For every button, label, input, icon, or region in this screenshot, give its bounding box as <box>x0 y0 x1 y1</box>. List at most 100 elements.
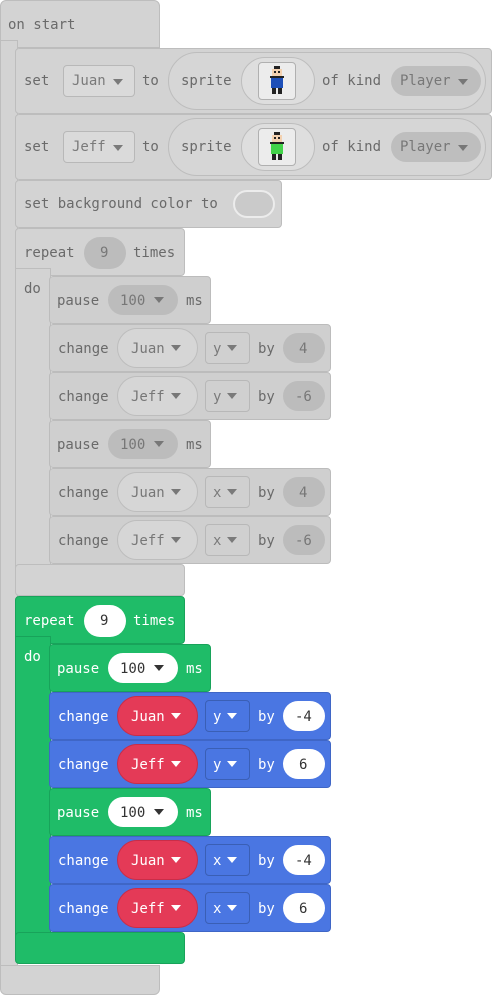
do-label: do <box>24 649 41 665</box>
change-label: change <box>58 485 109 501</box>
change-label: change <box>58 389 109 405</box>
repeat-footer <box>15 932 185 964</box>
chevron-down-icon <box>171 489 181 495</box>
chevron-down-icon <box>171 761 181 767</box>
chevron-down-icon <box>154 297 164 303</box>
chevron-down-icon <box>227 905 237 911</box>
change-label: change <box>58 757 109 773</box>
variable-name: Jeff <box>131 389 165 405</box>
chevron-down-icon <box>227 761 237 767</box>
change-label: change <box>58 901 109 917</box>
of-kind-label: of kind <box>322 139 382 155</box>
by-label: by <box>258 341 275 357</box>
chevron-down-icon <box>154 809 164 815</box>
chevron-down-icon <box>227 713 237 719</box>
chevron-down-icon <box>171 345 181 351</box>
chevron-down-icon <box>171 713 181 719</box>
chevron-down-icon <box>227 345 237 351</box>
by-label: by <box>258 901 275 917</box>
pause-duration-value: 100 <box>120 661 146 677</box>
axis-value: y <box>213 389 222 405</box>
variable-name: Juan <box>72 73 106 89</box>
repeat-count-value: 9 <box>100 613 109 629</box>
variable-name: Jeff <box>72 139 106 155</box>
do-label: do <box>24 281 41 297</box>
change-amount-value: 4 <box>299 341 308 357</box>
chevron-down-icon <box>227 857 237 863</box>
repeat-count-value: 9 <box>100 245 109 261</box>
set-label: set <box>24 139 50 155</box>
axis-value: x <box>213 901 222 917</box>
axis-value: y <box>213 757 222 773</box>
axis-value: y <box>213 709 222 725</box>
pause-duration-value: 100 <box>120 805 146 821</box>
by-label: by <box>258 533 275 549</box>
axis-value: x <box>213 853 222 869</box>
repeat-spine <box>15 636 51 946</box>
by-label: by <box>258 389 275 405</box>
by-label: by <box>258 485 275 501</box>
variable-name: Jeff <box>131 757 165 773</box>
player-sprite-icon <box>270 66 284 96</box>
change-amount-value: -6 <box>295 389 312 405</box>
repeat-spine-disabled <box>15 268 51 590</box>
chevron-down-icon <box>227 393 237 399</box>
pause-label: pause <box>57 805 100 821</box>
chevron-down-icon <box>458 79 468 85</box>
sprite-label: sprite <box>181 139 232 155</box>
ms-label: ms <box>186 661 203 677</box>
to-label: to <box>142 73 159 89</box>
chevron-down-icon <box>171 857 181 863</box>
axis-value: y <box>213 341 222 357</box>
change-amount-value: 6 <box>299 757 308 773</box>
times-label: times <box>133 613 176 629</box>
variable-name: Juan <box>131 341 165 357</box>
chevron-down-icon <box>227 537 237 543</box>
variable-name: Juan <box>131 485 165 501</box>
pause-label: pause <box>57 437 100 453</box>
chevron-down-icon <box>227 489 237 495</box>
change-amount-value: -4 <box>295 853 312 869</box>
chevron-down-icon <box>154 441 164 447</box>
bg-label: set background color to <box>24 196 218 212</box>
repeat-label: repeat <box>24 613 75 629</box>
pause-duration-value: 100 <box>120 293 146 309</box>
set-label: set <box>24 73 50 89</box>
kind-value: Player <box>400 139 451 155</box>
chevron-down-icon <box>171 537 181 543</box>
sprite-label: sprite <box>181 73 232 89</box>
chevron-down-icon <box>113 79 123 85</box>
color-picker-swatch[interactable] <box>233 190 275 218</box>
variable-name: Jeff <box>131 901 165 917</box>
variable-name: Juan <box>131 709 165 725</box>
ms-label: ms <box>186 805 203 821</box>
by-label: by <box>258 757 275 773</box>
times-label: times <box>133 245 176 261</box>
change-amount-value: -6 <box>295 533 312 549</box>
player-sprite-icon <box>270 132 284 162</box>
to-label: to <box>142 139 159 155</box>
change-label: change <box>58 341 109 357</box>
repeat-footer-disabled <box>15 564 185 596</box>
change-label: change <box>58 533 109 549</box>
by-label: by <box>258 709 275 725</box>
chevron-down-icon <box>458 145 468 151</box>
on-start-label: on start <box>8 17 76 33</box>
by-label: by <box>258 853 275 869</box>
on-start-footer <box>0 965 160 995</box>
variable-name: Juan <box>131 853 165 869</box>
ms-label: ms <box>186 293 203 309</box>
axis-value: x <box>213 533 222 549</box>
axis-value: x <box>213 485 222 501</box>
change-amount-value: 6 <box>299 901 308 917</box>
repeat-label: repeat <box>24 245 75 261</box>
chevron-down-icon <box>171 393 181 399</box>
chevron-down-icon <box>154 665 164 671</box>
chevron-down-icon <box>113 145 123 151</box>
ms-label: ms <box>186 437 203 453</box>
of-kind-label: of kind <box>322 73 382 89</box>
change-amount-value: 4 <box>299 485 308 501</box>
change-label: change <box>58 853 109 869</box>
variable-name: Jeff <box>131 533 165 549</box>
pause-label: pause <box>57 661 100 677</box>
